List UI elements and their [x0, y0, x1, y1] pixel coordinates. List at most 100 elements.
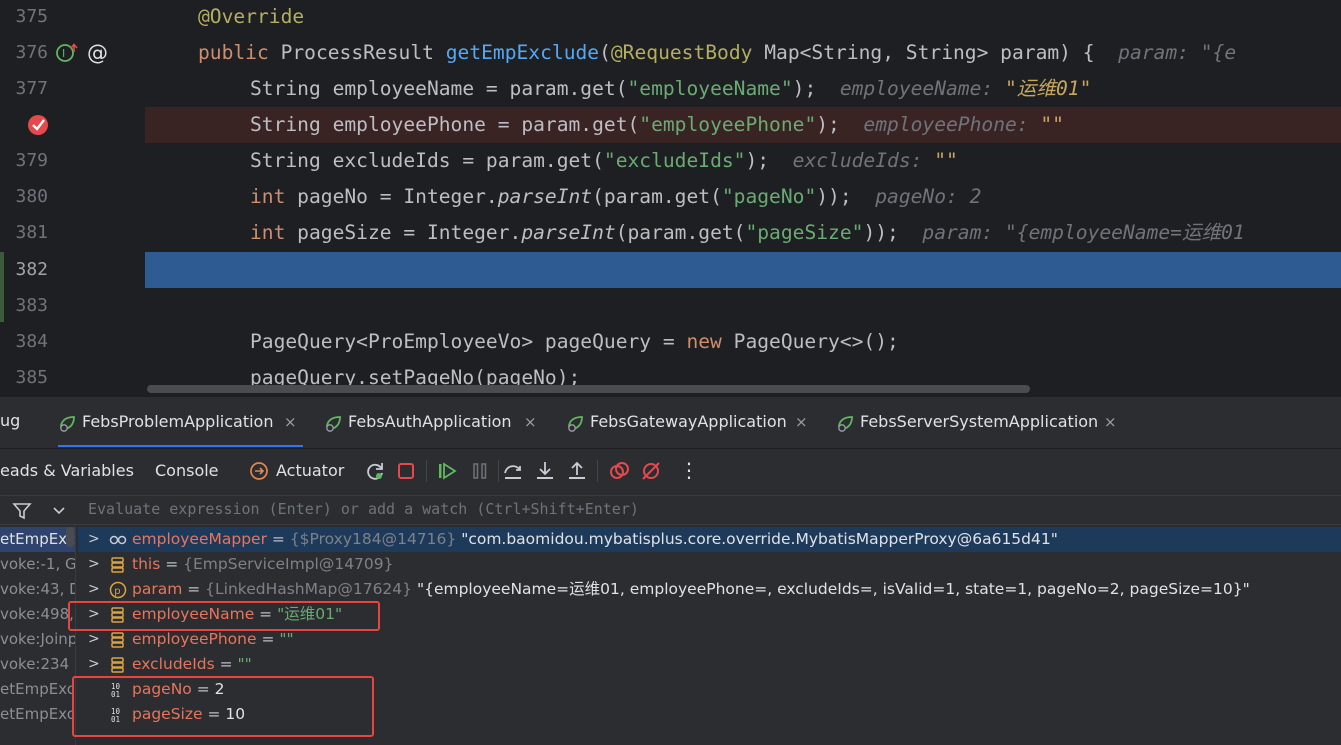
editor-horizontal-scrollbar[interactable]	[147, 385, 1030, 393]
variable-name: excludeIds	[132, 655, 215, 673]
field-icon	[111, 632, 124, 648]
code-line: 384 PageQuery<ProEmployeeVo> pageQuery =…	[0, 324, 1341, 360]
close-tab-icon[interactable]: ×	[524, 413, 537, 431]
tab-febs-problem-application[interactable]: FebsProblemApplication ×	[58, 409, 303, 447]
variable-value: "{employeeName=运维01, employeePhone=, exc…	[416, 580, 1250, 598]
more-options-icon[interactable]: ⋮	[679, 458, 699, 482]
inline-debug-hint: param: "{employeeName=运维01	[898, 221, 1245, 244]
watch-icon	[109, 535, 127, 545]
frame-item[interactable]: etEmpExcl	[0, 527, 75, 552]
variable-value: ""	[237, 655, 252, 673]
inline-debug-hint: employeeName:	[816, 77, 1005, 100]
frame-item[interactable]: voke:234	[0, 652, 75, 677]
line-number: 384	[15, 331, 48, 352]
tab-febs-server-system-application[interactable]: FebsServerSystemApplication ×	[836, 409, 1121, 437]
code-text: int pageSize = Integer.parseInt(param.ge…	[250, 221, 1245, 244]
frame-item[interactable]: etEmpExcl	[0, 702, 75, 727]
variable-row[interactable]: > excludeIds = ""	[78, 652, 1341, 677]
evaluate-expression-input[interactable]: Evaluate expression (Enter) or add a wat…	[88, 500, 639, 518]
pause-icon[interactable]	[469, 460, 491, 482]
tab-actuator[interactable]: Actuator	[276, 461, 344, 480]
inline-debug-hint: param: "{e	[1094, 41, 1237, 64]
expand-chevron-icon[interactable]: >	[88, 577, 100, 602]
spring-debug-icon	[60, 416, 75, 432]
spring-debug-icon	[326, 416, 341, 432]
tab-console[interactable]: Console	[155, 461, 219, 480]
frame-item[interactable]: etEmpExcl	[0, 677, 75, 702]
expand-chevron-icon[interactable]: >	[88, 652, 100, 677]
variable-name: param	[132, 580, 183, 598]
evaluate-expression-bar[interactable]: Evaluate expression (Enter) or add a wat…	[0, 495, 1341, 525]
field-icon	[111, 557, 124, 573]
code-text: int pageNo = Integer.parseInt(param.get(…	[250, 185, 982, 208]
code-line: 381 int pageSize = Integer.parseInt(para…	[0, 215, 1341, 251]
parameter-icon: p	[109, 581, 127, 599]
code-line: 383	[0, 288, 1341, 324]
view-breakpoints-icon[interactable]	[608, 460, 630, 482]
line-number: 375	[15, 6, 48, 27]
close-tab-icon[interactable]: ×	[795, 413, 808, 431]
inline-debug-hint: employeePhone:	[839, 113, 1041, 136]
code-text: String employeePhone = param.get("employ…	[250, 113, 1064, 136]
code-line: 375 @Override	[0, 0, 1341, 35]
code-text: PageQuery<ProEmployeeVo> pageQuery = new…	[250, 330, 899, 353]
stop-icon[interactable]	[395, 460, 417, 482]
breakpoint-icon[interactable]	[26, 113, 50, 137]
code-text: String excludeIds = param.get("excludeId…	[250, 149, 958, 172]
variable-row[interactable]: > p param = {LinkedHashMap@17624} "{empl…	[78, 577, 1341, 602]
frames-scrollbar[interactable]	[66, 527, 74, 547]
variable-type: {$Proxy184@14716}	[289, 530, 462, 548]
tab-febs-gateway-application[interactable]: FebsGatewayApplication ×	[566, 409, 811, 437]
variable-name: employeePhone	[132, 630, 257, 648]
annotation-highlight-box	[68, 601, 380, 631]
svg-text:@: @	[87, 41, 108, 65]
variable-row[interactable]: > employeeMapper = {$Proxy184@14716} "co…	[78, 527, 1341, 552]
code-line: 379 String excludeIds = param.get("exclu…	[0, 143, 1341, 179]
inline-debug-hint: excludeIds:	[769, 149, 935, 172]
line-number: 385	[15, 367, 48, 388]
implements-method-icon[interactable]: I	[55, 42, 79, 64]
code-line: 376 I @ public ProcessResult getEmpExclu…	[0, 35, 1341, 71]
line-number: 380	[15, 186, 48, 207]
svg-text:I: I	[62, 47, 65, 60]
line-number: 377	[15, 78, 48, 99]
debug-toolbar: eads & Variables Console Actuator ⋮	[0, 449, 1341, 493]
tool-window-title: ug	[0, 411, 21, 430]
rerun-icon[interactable]	[364, 460, 386, 482]
frame-item[interactable]: voke:-1, G	[0, 552, 75, 577]
frame-item[interactable]: voke:43, D	[0, 577, 75, 602]
variable-type: {LinkedHashMap@17624}	[205, 580, 417, 598]
spring-debug-icon	[568, 416, 583, 432]
expand-chevron-icon[interactable]: >	[88, 527, 100, 552]
frame-item[interactable]: voke:498,	[0, 602, 75, 627]
step-out-icon[interactable]	[566, 460, 588, 482]
actuator-icon	[250, 462, 268, 480]
chevron-down-icon[interactable]	[52, 504, 66, 518]
variable-name: this	[132, 555, 161, 573]
close-tab-icon[interactable]: ×	[284, 413, 297, 431]
annotation-highlight-box	[72, 676, 374, 737]
code-text: public ProcessResult getEmpExclude(@Requ…	[198, 41, 1237, 64]
code-line-current-execution: 382	[0, 252, 1341, 288]
request-mapping-icon[interactable]: @	[86, 41, 110, 65]
step-into-icon[interactable]	[534, 460, 556, 482]
mute-breakpoints-icon[interactable]	[640, 460, 662, 482]
tab-threads-variables[interactable]: eads & Variables	[0, 461, 134, 480]
code-editor[interactable]: 375 @Override 376 I @ public ProcessResu…	[0, 0, 1341, 397]
step-over-icon[interactable]	[502, 460, 524, 482]
variable-value: "com.baomidou.mybatisplus.core.override.…	[461, 530, 1058, 548]
variable-row[interactable]: > this = {EmpServiceImpl@14709}	[78, 552, 1341, 577]
filter-icon[interactable]	[12, 501, 32, 521]
frame-item[interactable]: voke:Joinp	[0, 627, 75, 652]
code-line: 377 String employeeName = param.get("emp…	[0, 71, 1341, 107]
field-icon	[111, 657, 124, 673]
line-number: 383	[15, 295, 48, 316]
tab-febs-auth-application[interactable]: FebsAuthApplication ×	[324, 409, 539, 437]
close-tab-icon[interactable]: ×	[1104, 413, 1117, 431]
code-line-breakpoint: String employeePhone = param.get("employ…	[0, 107, 1341, 143]
code-text: @Override	[198, 5, 305, 28]
resume-icon[interactable]	[436, 460, 458, 482]
svg-text:p: p	[114, 586, 120, 597]
expand-chevron-icon[interactable]: >	[88, 552, 100, 577]
line-number: 376	[15, 42, 48, 63]
